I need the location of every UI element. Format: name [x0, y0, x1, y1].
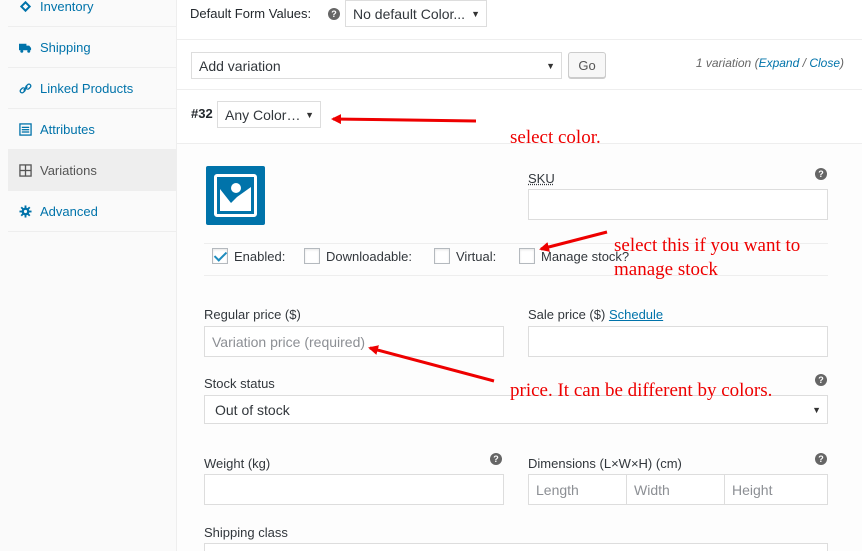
- regular-price-input[interactable]: Variation price (required): [204, 326, 504, 357]
- enabled-option[interactable]: Enabled:: [212, 248, 285, 264]
- virtual-label: Virtual:: [456, 249, 496, 264]
- height-placeholder: Height: [732, 482, 772, 498]
- weight-label: Weight (kg): [204, 456, 270, 471]
- list-icon: [18, 122, 32, 136]
- annotation-color: select color.: [510, 127, 601, 149]
- product-data-tabs: Inventory Shipping Linked Products Attri…: [0, 0, 177, 551]
- variation-count: 1 variation (Expand / Close): [696, 56, 844, 70]
- divider: [177, 39, 862, 40]
- shipping-class-select[interactable]: [204, 543, 828, 551]
- sku-label: SKU: [528, 171, 555, 186]
- help-icon[interactable]: ?: [815, 453, 827, 465]
- downloadable-checkbox[interactable]: [304, 248, 320, 264]
- grid-icon: [18, 163, 32, 177]
- gear-icon: [18, 204, 32, 218]
- sidebar-item-shipping[interactable]: Shipping: [8, 27, 177, 68]
- sidebar-item-label: Inventory: [40, 0, 93, 14]
- default-form-values-label: Default Form Values:: [190, 6, 311, 21]
- sidebar-item-linked-products[interactable]: Linked Products: [8, 68, 177, 109]
- help-icon[interactable]: ?: [328, 8, 340, 20]
- variation-color-select-value: Any Color…: [225, 107, 300, 123]
- sidebar-item-label: Shipping: [40, 40, 91, 55]
- caret-down-icon: ▼: [471, 9, 480, 19]
- sidebar-item-variations[interactable]: Variations: [8, 150, 177, 191]
- dimensions-label: Dimensions (L×W×H) (cm): [528, 456, 682, 471]
- virtual-checkbox[interactable]: [434, 248, 450, 264]
- annotation-manage-line2: manage stock: [614, 259, 718, 281]
- sidebar-item-label: Linked Products: [40, 81, 133, 96]
- manage-stock-checkbox[interactable]: [519, 248, 535, 264]
- manage-stock-option[interactable]: Manage stock?: [519, 248, 629, 264]
- expand-link[interactable]: Expand: [759, 56, 800, 70]
- enabled-checkbox[interactable]: [212, 248, 228, 264]
- separator: /: [803, 56, 806, 70]
- sidebar-item-label: Variations: [40, 163, 97, 178]
- annotation-price: price. It can be different by colors.: [510, 380, 772, 402]
- sidebar-item-label: Attributes: [40, 122, 95, 137]
- help-icon[interactable]: ?: [490, 453, 502, 465]
- width-placeholder: Width: [634, 482, 670, 498]
- sale-price-label-text: Sale price ($): [528, 307, 605, 322]
- length-placeholder: Length: [536, 482, 579, 498]
- image-placeholder-icon: [214, 174, 257, 217]
- help-icon[interactable]: ?: [815, 374, 827, 386]
- caret-down-icon: ▼: [305, 110, 314, 120]
- divider: [204, 275, 828, 276]
- sku-input[interactable]: [528, 189, 828, 220]
- go-button[interactable]: Go: [568, 52, 606, 78]
- height-input[interactable]: Height: [724, 474, 828, 505]
- sale-price-label: Sale price ($) Schedule: [528, 307, 663, 322]
- close-link[interactable]: Close: [809, 56, 840, 70]
- annotation-manage-line1: select this if you want to: [614, 235, 800, 257]
- truck-icon: [18, 40, 32, 54]
- default-color-select-value: No default Color...: [353, 6, 465, 22]
- shipping-class-label: Shipping class: [204, 525, 288, 540]
- variations-panel: Default Form Values: ? No default Color.…: [177, 0, 862, 551]
- link-icon: [18, 81, 32, 95]
- downloadable-label: Downloadable:: [326, 249, 412, 264]
- help-icon[interactable]: ?: [815, 168, 827, 180]
- downloadable-option[interactable]: Downloadable:: [304, 248, 412, 264]
- caret-down-icon: ▼: [812, 405, 821, 415]
- sidebar-item-attributes[interactable]: Attributes: [8, 109, 177, 150]
- virtual-option[interactable]: Virtual:: [434, 248, 496, 264]
- variation-color-select[interactable]: Any Color… ▼: [217, 101, 321, 128]
- variation-number: #32: [191, 106, 213, 121]
- weight-input[interactable]: [204, 474, 504, 505]
- width-input[interactable]: Width: [626, 474, 725, 505]
- caret-down-icon: ▼: [546, 61, 555, 71]
- stock-status-label: Stock status: [204, 376, 275, 391]
- variation-image-button[interactable]: [206, 166, 265, 225]
- sale-price-input[interactable]: [528, 326, 828, 357]
- add-variation-select-value: Add variation: [199, 58, 281, 74]
- paren-close: ): [840, 56, 844, 70]
- regular-price-placeholder: Variation price (required): [212, 334, 365, 350]
- regular-price-label: Regular price ($): [204, 307, 301, 322]
- inventory-icon: [18, 0, 32, 13]
- sidebar-item-label: Advanced: [40, 204, 98, 219]
- sidebar-item-advanced[interactable]: Advanced: [8, 191, 177, 232]
- enabled-label: Enabled:: [234, 249, 285, 264]
- schedule-link[interactable]: Schedule: [609, 307, 663, 322]
- divider: [177, 89, 862, 90]
- length-input[interactable]: Length: [528, 474, 627, 505]
- stock-status-value: Out of stock: [215, 402, 290, 418]
- variation-count-text: 1 variation: [696, 56, 751, 70]
- default-color-select[interactable]: No default Color... ▼: [345, 0, 487, 27]
- sidebar-item-inventory[interactable]: Inventory: [8, 0, 177, 27]
- add-variation-select[interactable]: Add variation ▼: [191, 52, 562, 79]
